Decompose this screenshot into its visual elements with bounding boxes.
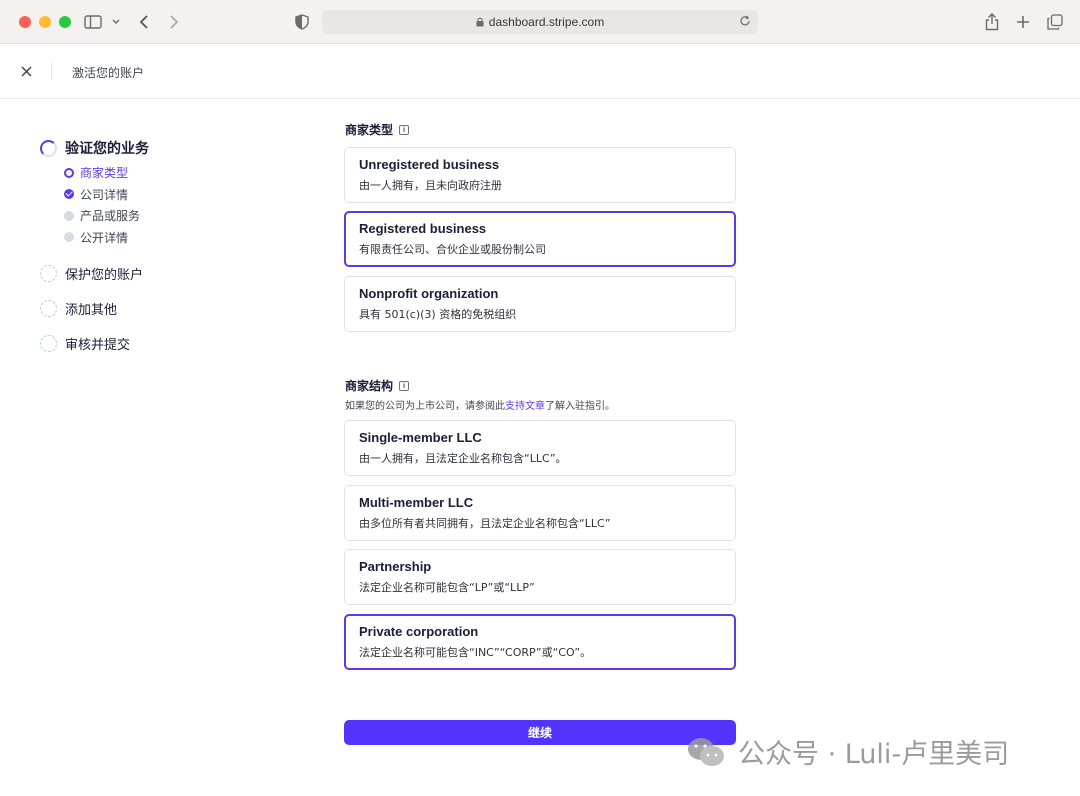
onboarding-stepper: 验证您的业务 商家类型 公司详情 产品或服务 公开详情 保护您的账户 添加其他 … [40, 138, 260, 353]
pending-circle-icon [40, 264, 57, 282]
address-bar[interactable]: dashboard.stripe.com [322, 10, 758, 34]
info-icon[interactable]: i [399, 380, 410, 391]
section-title: 商家结构 [345, 379, 394, 393]
business-type-heading: 商家类型 i [345, 121, 410, 138]
header-divider [51, 62, 52, 80]
page-title: 激活您的账户 [72, 66, 145, 80]
section-title: 商家类型 [345, 123, 394, 137]
option-title: Partnership [359, 559, 432, 574]
close-button[interactable] [16, 61, 36, 81]
substep-label: 商家类型 [80, 166, 129, 181]
option-registered-business[interactable]: Registered business 有限责任公司、合伙企业或股份制公司 [344, 211, 736, 267]
url-text: dashboard.stripe.com [488, 15, 605, 29]
step-label: 添加其他 [65, 302, 118, 318]
close-icon [20, 65, 32, 77]
chevron-down-icon[interactable] [106, 12, 126, 32]
back-icon[interactable] [134, 12, 154, 32]
option-description: 由一人拥有，且法定企业名称包含“LLC”。 [359, 452, 567, 465]
support-article-link[interactable]: 支持文章 [505, 401, 545, 412]
shield-icon[interactable] [292, 12, 312, 32]
option-single-member-llc[interactable]: Single-member LLC 由一人拥有，且法定企业名称包含“LLC”。 [344, 420, 736, 476]
option-description: 法定企业名称可能包含“LP”或“LLP” [359, 581, 535, 594]
watermark: 公众号 · Luli-卢里美司 [686, 732, 1009, 771]
option-private-corporation[interactable]: Private corporation 法定企业名称可能包含“INC”“CORP… [344, 614, 736, 670]
wechat-icon [688, 737, 724, 766]
pending-circle-icon [40, 299, 57, 317]
option-partnership[interactable]: Partnership 法定企业名称可能包含“LP”或“LLP” [344, 549, 736, 605]
close-window-button[interactable] [19, 16, 31, 28]
pending-circle-icon [40, 334, 57, 352]
app-header: 激活您的账户 [0, 45, 1080, 99]
hint-text: 如果您的公司为上市公司，请参阅此 [345, 401, 505, 412]
hint-text: 了解入驻指引。 [545, 401, 615, 412]
step-secure-account[interactable]: 保护您的账户 [40, 263, 260, 283]
substep-public-details[interactable]: 公开详情 [64, 227, 260, 249]
option-title: Nonprofit organization [359, 286, 499, 301]
option-title: Multi-member LLC [359, 495, 474, 510]
reload-icon[interactable] [738, 14, 752, 28]
substep-label: 公司详情 [80, 187, 129, 202]
forward-icon[interactable] [164, 12, 184, 32]
substep-products[interactable]: 产品或服务 [64, 205, 260, 227]
substep-label: 公开详情 [80, 230, 129, 245]
watermark-text: 公众号 · Luli-卢里美司 [738, 739, 1010, 770]
check-icon [64, 189, 74, 200]
share-icon[interactable] [982, 12, 1002, 32]
substep-business-type[interactable]: 商家类型 [64, 162, 260, 184]
current-step-icon [64, 167, 74, 178]
option-nonprofit[interactable]: Nonprofit organization 具有 501(c)(3) 资格的免… [344, 276, 736, 332]
continue-button[interactable]: 继续 [344, 720, 736, 745]
substep-company-details[interactable]: 公司详情 [64, 184, 260, 206]
option-title: Registered business [359, 221, 487, 236]
option-title: Unregistered business [359, 157, 500, 172]
new-tab-icon[interactable] [1013, 12, 1033, 32]
option-description: 由一人拥有，且未向政府注册 [359, 179, 502, 192]
option-description: 法定企业名称可能包含“INC”“CORP”或“CO”。 [359, 646, 592, 659]
browser-toolbar: dashboard.stripe.com [0, 0, 1080, 44]
pending-dot-icon [64, 232, 74, 243]
business-structure-heading: 商家结构 i [345, 377, 410, 394]
minimize-window-button[interactable] [39, 16, 51, 28]
option-multi-member-llc[interactable]: Multi-member LLC 由多位所有者共同拥有，且法定企业名称包含“LL… [344, 485, 736, 541]
step-review-submit[interactable]: 审核并提交 [40, 333, 260, 353]
sub-steps: 商家类型 公司详情 产品或服务 公开详情 [64, 162, 260, 248]
option-description: 具有 501(c)(3) 资格的免税组织 [359, 308, 517, 321]
option-title: Single-member LLC [359, 430, 482, 445]
info-icon[interactable]: i [399, 124, 410, 135]
step-label: 保护您的账户 [65, 267, 144, 283]
option-title: Private corporation [359, 624, 479, 639]
step-add-extras[interactable]: 添加其他 [40, 298, 260, 318]
structure-hint: 如果您的公司为上市公司，请参阅此支持文章了解入驻指引。 [345, 397, 615, 412]
option-description: 由多位所有者共同拥有，且法定企业名称包含“LLC” [359, 517, 611, 530]
progress-ring-icon [40, 139, 57, 157]
step-label: 审核并提交 [65, 337, 131, 353]
sidebar-toggle-icon[interactable] [83, 12, 103, 32]
option-description: 有限责任公司、合伙企业或股份制公司 [359, 243, 546, 256]
zoom-window-button[interactable] [59, 16, 71, 28]
step-label: 验证您的业务 [65, 141, 149, 157]
substep-label: 产品或服务 [80, 209, 141, 224]
option-unregistered-business[interactable]: Unregistered business 由一人拥有，且未向政府注册 [344, 147, 736, 203]
step-verify-business[interactable]: 验证您的业务 [40, 138, 260, 158]
window-controls [19, 16, 71, 28]
lock-icon [476, 17, 484, 27]
tab-overview-icon[interactable] [1045, 12, 1065, 32]
pending-dot-icon [64, 210, 74, 221]
